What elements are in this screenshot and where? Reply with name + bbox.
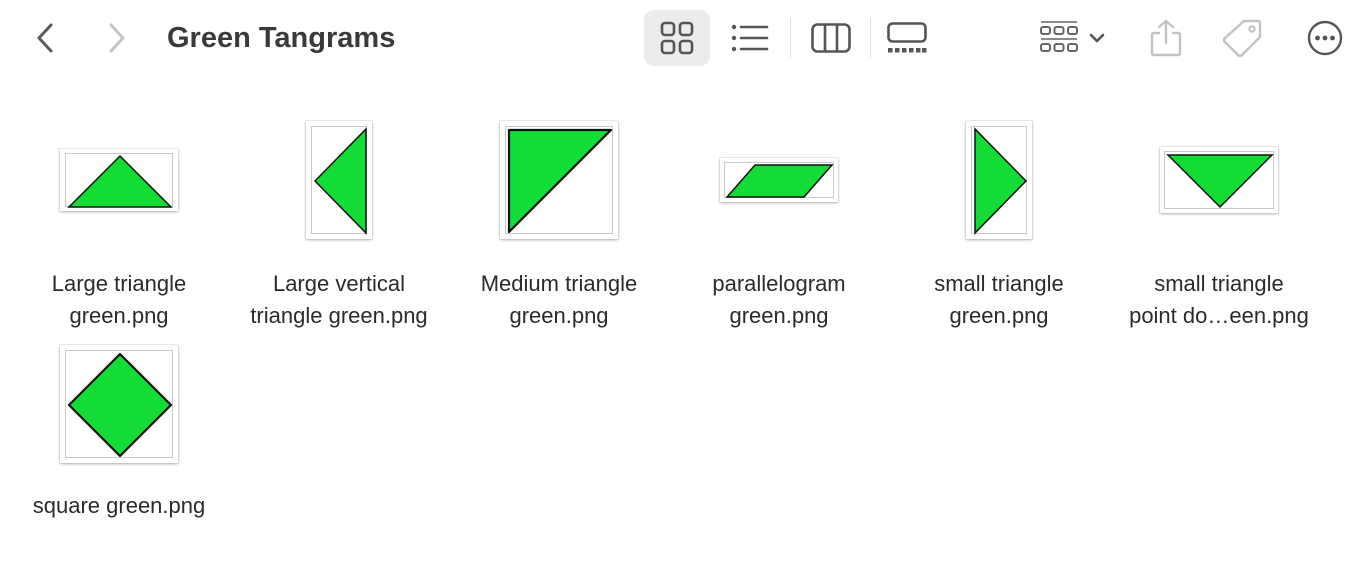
file-name-line: small triangle — [934, 271, 1064, 296]
file-thumbnail — [306, 121, 372, 239]
share-button[interactable] — [1140, 10, 1192, 66]
share-icon — [1150, 19, 1182, 57]
thumbnail-area — [9, 110, 229, 250]
file-item[interactable]: Medium triangle green.png — [449, 110, 669, 332]
file-name: Medium triangle green.png — [449, 268, 669, 332]
triangle-shape-icon — [974, 127, 1028, 235]
toolbar-separator — [870, 18, 871, 58]
file-item[interactable]: Large vertical triangle green.png — [229, 110, 449, 332]
toolbar-separator — [790, 18, 791, 58]
chevron-left-icon — [37, 23, 53, 53]
thumbnail-area — [449, 110, 669, 250]
file-name-line: point do…een.png — [1129, 303, 1309, 328]
triangle-shape-icon — [507, 128, 613, 234]
tag-button[interactable] — [1214, 10, 1270, 66]
file-name-line: triangle green.png — [250, 303, 428, 328]
forward-button[interactable] — [100, 18, 134, 58]
file-name: small triangle point do…een.png — [1109, 268, 1329, 332]
file-name: square green.png — [9, 490, 229, 522]
file-item[interactable]: square green.png — [9, 334, 229, 522]
file-grid: Large triangle green.png Large vertical … — [0, 100, 1348, 540]
tag-icon — [1222, 19, 1262, 58]
chevron-right-icon — [109, 23, 125, 53]
file-name-line: Large vertical — [272, 271, 406, 296]
group-by-icon — [1040, 21, 1078, 52]
toolbar: Green Tangrams — [0, 0, 1348, 76]
file-thumbnail — [500, 121, 618, 239]
triangle-shape-icon — [67, 154, 173, 208]
back-button[interactable] — [28, 18, 62, 58]
more-actions-button[interactable] — [1298, 10, 1348, 66]
file-name: parallelogram green.png — [669, 268, 889, 332]
file-thumbnail — [60, 149, 178, 211]
triangle-shape-icon — [313, 127, 367, 235]
file-thumbnail — [60, 345, 178, 463]
chevron-down-icon — [1089, 33, 1105, 43]
file-name-line: green.png — [69, 303, 169, 328]
file-thumbnail — [1160, 147, 1278, 213]
group-by-button[interactable] — [1030, 10, 1114, 66]
file-name: Large vertical triangle green.png — [229, 268, 449, 332]
ellipsis-circle-icon — [1307, 20, 1343, 56]
parallelogram-shape-icon — [725, 164, 834, 198]
thumbnail-area — [669, 110, 889, 250]
window-title: Green Tangrams — [167, 22, 396, 54]
file-name-line: green.png — [949, 303, 1049, 328]
file-name-line: small triangle — [1154, 271, 1284, 296]
file-item[interactable]: small triangle green.png — [889, 110, 1109, 332]
thumbnail-area — [9, 334, 229, 474]
file-thumbnail — [966, 121, 1032, 239]
file-name-line: parallelogram — [712, 271, 846, 296]
file-name: Large triangle green.png — [9, 268, 229, 332]
thumbnail-area — [889, 110, 1109, 250]
view-as-gallery-button[interactable] — [879, 10, 935, 66]
file-name-line: green.png — [729, 303, 829, 328]
file-item[interactable]: Large triangle green.png — [9, 110, 229, 332]
view-as-columns-button[interactable] — [803, 10, 859, 66]
file-thumbnail — [720, 158, 838, 202]
gallery-icon — [887, 22, 927, 53]
thumbnail-area — [1109, 110, 1329, 250]
file-item[interactable]: parallelogram green.png — [669, 110, 889, 332]
view-as-list-button[interactable] — [722, 10, 778, 66]
file-item[interactable]: small triangle point do…een.png — [1109, 110, 1329, 332]
thumbnail-area — [229, 110, 449, 250]
grid-icon — [660, 21, 694, 55]
view-as-icons-button[interactable] — [644, 10, 710, 66]
columns-icon — [811, 23, 851, 53]
file-name-line: Large triangle — [51, 271, 187, 296]
diamond-shape-icon — [67, 352, 173, 458]
file-name-line: green.png — [509, 303, 609, 328]
list-icon — [731, 24, 769, 52]
file-name: small triangle green.png — [889, 268, 1109, 332]
file-name-line: square green.png — [32, 493, 206, 518]
file-name-line: Medium triangle — [480, 271, 638, 296]
triangle-shape-icon — [1166, 154, 1274, 209]
